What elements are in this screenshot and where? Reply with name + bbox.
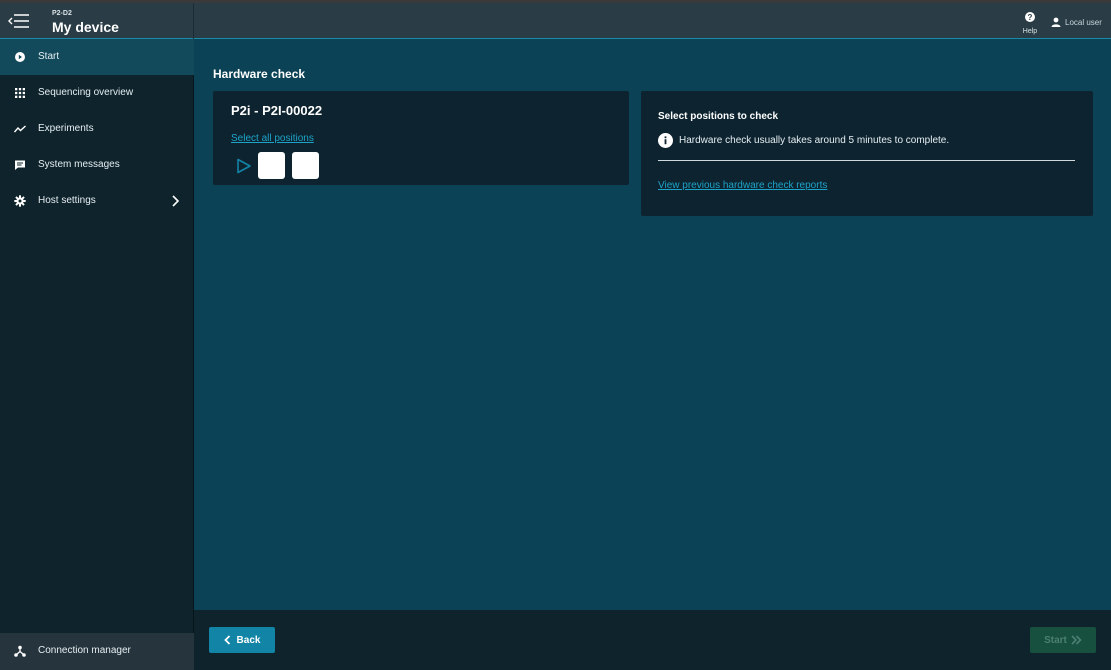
user-label: Local user [1065, 17, 1102, 27]
trend-line-icon [14, 125, 26, 133]
help-label: Help [1022, 28, 1038, 35]
sidebar-item-label: Connection manager [38, 645, 131, 656]
previous-reports-link[interactable]: View previous hardware check reports [658, 180, 827, 191]
sidebar-item-connection-manager[interactable]: Connection manager [0, 633, 194, 670]
message-icon [15, 160, 25, 170]
footer-bar: Back Start [194, 610, 1111, 670]
chevron-right-icon [172, 195, 180, 207]
info-card-title: Select positions to check [658, 111, 779, 122]
help-icon: ? [1025, 12, 1035, 22]
double-chevron-right-icon [1071, 635, 1082, 645]
sidebar-item-sequencing-overview[interactable]: Sequencing overview [0, 75, 194, 111]
device-id: P2-D2 [52, 10, 72, 17]
sidebar: Start Sequencing overview Experiments Sy… [0, 39, 194, 670]
sidebar-item-label: Host settings [38, 195, 96, 206]
back-button-label: Back [236, 634, 261, 646]
device-name: My device [52, 19, 119, 35]
position-1-checkbox[interactable] [258, 152, 285, 179]
divider [658, 160, 1075, 161]
start-button-label: Start [1044, 634, 1067, 646]
position-2-checkbox[interactable] [292, 152, 319, 179]
network-icon [14, 645, 26, 657]
sidebar-item-system-messages[interactable]: System messages [0, 147, 194, 183]
info-text: Hardware check usually takes around 5 mi… [679, 135, 950, 146]
select-all-positions-link[interactable]: Select all positions [231, 133, 314, 144]
sidebar-item-start[interactable]: Start [0, 39, 194, 75]
device-card-title: P2i - P2I-00022 [231, 103, 323, 118]
sidebar-item-experiments[interactable]: Experiments [0, 111, 194, 147]
gear-icon [14, 195, 26, 207]
start-button[interactable]: Start [1030, 627, 1096, 653]
grid-icon [15, 88, 25, 98]
user-icon [1051, 17, 1061, 27]
chevron-left-icon [223, 635, 230, 645]
page-title: Hardware check [213, 67, 306, 81]
main-content: Hardware check P2i - P2I-00022 Select al… [194, 39, 1111, 610]
info-icon [658, 133, 673, 148]
user-menu[interactable]: Local user [1051, 14, 1102, 30]
svg-text:?: ? [1028, 13, 1033, 22]
help-button[interactable]: ? Help [1018, 9, 1042, 37]
sidebar-item-host-settings[interactable]: Host settings [0, 183, 194, 219]
sidebar-item-label: Start [38, 51, 60, 62]
play-circle-icon [15, 52, 25, 62]
top-bar-divider [193, 3, 194, 39]
sidebar-item-label: Sequencing overview [38, 87, 134, 98]
menu-collapse-icon [8, 14, 29, 28]
device-card: P2i - P2I-00022 Select all positions [213, 91, 629, 185]
play-outline-icon[interactable] [236, 158, 252, 174]
sidebar-item-label: Experiments [38, 123, 94, 134]
back-button[interactable]: Back [209, 627, 275, 653]
sidebar-item-label: System messages [38, 159, 120, 170]
top-bar: P2-D2 My device ? Help Local user [0, 0, 1111, 39]
collapse-menu-button[interactable] [0, 3, 38, 39]
info-card: Select positions to check Hardware check… [641, 91, 1093, 216]
